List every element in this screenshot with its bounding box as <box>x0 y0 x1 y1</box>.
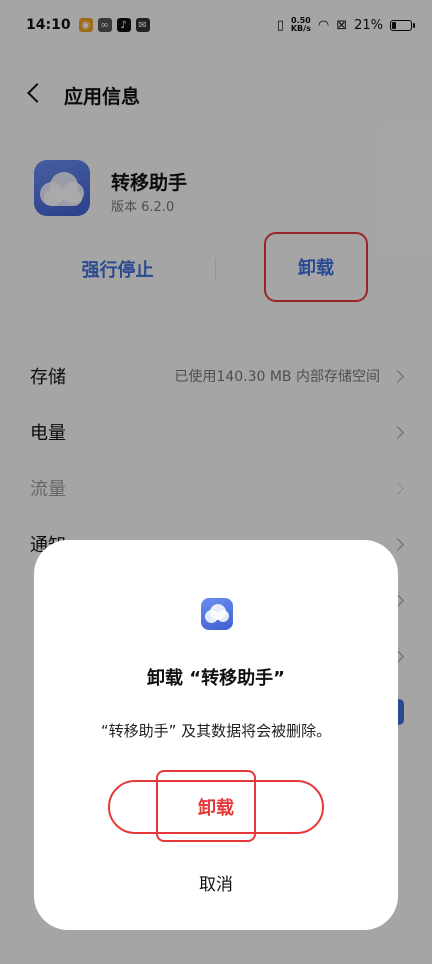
dialog-title: 卸载 “转移助手” <box>147 668 285 689</box>
dialog-app-icon <box>201 598 233 630</box>
dialog-message: “转移助手” 及其数据将会被删除。 <box>100 722 332 740</box>
cancel-button[interactable]: 取消 <box>34 870 398 895</box>
uninstall-confirm-highlight <box>156 770 256 842</box>
uninstall-dialog: 卸载 “转移助手” “转移助手” 及其数据将会被删除。 卸载 取消 <box>34 540 398 930</box>
